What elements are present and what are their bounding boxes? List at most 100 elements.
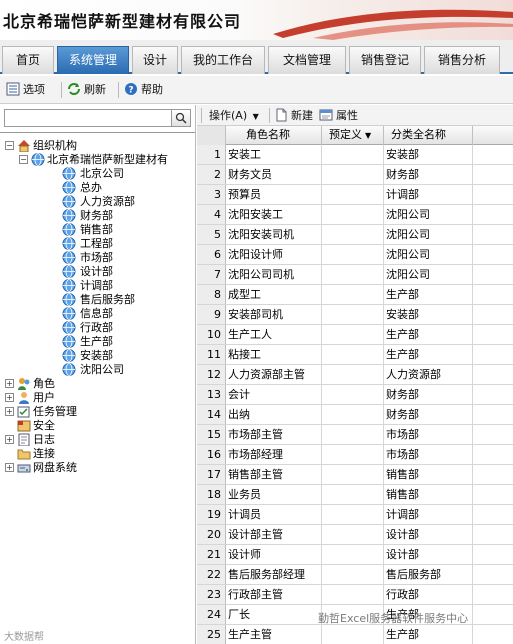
table-row[interactable]: 10 生产工人 生产部 (197, 325, 513, 345)
cell-predefined (322, 625, 384, 644)
properties-button[interactable]: 属性 (319, 107, 358, 125)
globe-icon (62, 195, 76, 208)
tree-node-folder[interactable]: 连接 (0, 447, 190, 461)
tree-label-department: 安装部 (80, 349, 113, 362)
table-row[interactable]: 2 财务文员 财务部 (197, 165, 513, 185)
collapse-icon[interactable]: − (5, 141, 14, 150)
tree-search-input[interactable] (4, 109, 172, 127)
table-row[interactable]: 19 计调员 计调部 (197, 505, 513, 525)
column-header-predefined[interactable]: 预定义 ▼ (322, 126, 384, 145)
cell-filler (473, 505, 513, 524)
tree-label-department: 沈阳公司 (80, 363, 124, 376)
table-row[interactable]: 13 会计 财务部 (197, 385, 513, 405)
row-number: 24 (197, 605, 226, 624)
table-row[interactable]: 21 设计师 设计部 (197, 545, 513, 565)
expand-icon[interactable]: + (5, 463, 14, 472)
tree-node-department[interactable]: 安装部 (0, 349, 190, 363)
tree-node-department[interactable]: 市场部 (0, 251, 190, 265)
table-row[interactable]: 25 生产主管 生产部 (197, 625, 513, 644)
cell-category: 沈阳公司 (384, 245, 473, 264)
column-header-category[interactable]: 分类全名称 (384, 126, 473, 145)
row-number: 6 (197, 245, 226, 264)
cell-predefined (322, 365, 384, 384)
row-number: 16 (197, 445, 226, 464)
cell-role-name: 安装部司机 (226, 305, 322, 324)
expand-icon[interactable]: + (5, 407, 14, 416)
header-banner: 北京希瑞恺萨新型建材有限公司 (0, 0, 513, 40)
cell-filler (473, 345, 513, 364)
tree-node-department[interactable]: 人力资源部 (0, 195, 190, 209)
tab-system-management[interactable]: 系统管理 (57, 46, 129, 74)
cell-filler (473, 145, 513, 164)
tree-node-department[interactable]: 北京公司 (0, 167, 190, 181)
cell-category: 设计部 (384, 545, 473, 564)
table-row[interactable]: 23 行政部主管 行政部 (197, 585, 513, 605)
tree-node-department[interactable]: 沈阳公司 (0, 363, 190, 377)
table-row[interactable]: 15 市场部主管 市场部 (197, 425, 513, 445)
expand-icon[interactable]: + (5, 379, 14, 388)
table-row[interactable]: 22 售后服务部经理 售后服务部 (197, 565, 513, 585)
table-row[interactable]: 5 沈阳安装司机 沈阳公司 (197, 225, 513, 245)
tree-node-department[interactable]: 总办 (0, 181, 190, 195)
cell-filler (473, 465, 513, 484)
tree-label-role: 角色 (33, 377, 55, 390)
expand-icon[interactable]: + (5, 393, 14, 402)
operate-menu-button[interactable]: 操作(A) ▼ (209, 107, 259, 125)
new-button[interactable]: 新建 (274, 107, 313, 125)
refresh-button[interactable]: 刷新 (67, 81, 106, 99)
table-row[interactable]: 11 粘接工 生产部 (197, 345, 513, 365)
tree-node-department[interactable]: 财务部 (0, 209, 190, 223)
role-list-panel: 操作(A) ▼ 新建 属性 角色名称 预定义 ▼ 分类全名称 1 安装工 安装部 2 财务… (197, 105, 513, 644)
tab-document-management[interactable]: 文档管理 (268, 46, 346, 74)
tree-node-network-drive[interactable]: + 网盘系统 (0, 461, 190, 475)
help-button[interactable]: ? 帮助 (124, 81, 163, 99)
table-row[interactable]: 7 沈阳公司司机 沈阳公司 (197, 265, 513, 285)
tree-node-log[interactable]: + 日志 (0, 433, 190, 447)
row-number: 10 (197, 325, 226, 344)
options-button[interactable]: 选项 (6, 81, 45, 99)
tree-label-network-drive: 网盘系统 (33, 461, 77, 474)
tree-view[interactable]: − 组织机构 − 北京希瑞恺萨新型建材有 北京公司 总办 人力资源部 财务部 销售部 工程… (0, 132, 195, 644)
table-row[interactable]: 18 业务员 销售部 (197, 485, 513, 505)
tree-node-department[interactable]: 工程部 (0, 237, 190, 251)
expand-icon[interactable]: + (5, 435, 14, 444)
tab-design[interactable]: 设计 (132, 46, 178, 74)
table-row[interactable]: 1 安装工 安装部 (197, 145, 513, 165)
tree-node-department[interactable]: 计调部 (0, 279, 190, 293)
search-button[interactable] (172, 109, 191, 127)
table-row[interactable]: 8 成型工 生产部 (197, 285, 513, 305)
tree-node-role[interactable]: + 角色 (0, 377, 190, 391)
table-row[interactable]: 4 沈阳安装工 沈阳公司 (197, 205, 513, 225)
column-header-role-name[interactable]: 角色名称 (226, 126, 322, 145)
tree-node-department[interactable]: 售后服务部 (0, 293, 190, 307)
watermark-left: 大数据帮 (4, 632, 44, 643)
table-row[interactable]: 3 预算员 计调部 (197, 185, 513, 205)
table-row[interactable]: 6 沈阳设计师 沈阳公司 (197, 245, 513, 265)
table-row[interactable]: 17 销售部主管 销售部 (197, 465, 513, 485)
table-row[interactable]: 20 设计部主管 设计部 (197, 525, 513, 545)
tree-node-org[interactable]: − 组织机构 (0, 139, 190, 153)
cell-category: 财务部 (384, 165, 473, 184)
collapse-icon[interactable]: − (19, 155, 28, 164)
cell-category: 计调部 (384, 185, 473, 204)
help-icon: ? (125, 83, 137, 96)
table-row[interactable]: 14 出纳 财务部 (197, 405, 513, 425)
table-row[interactable]: 9 安装部司机 安装部 (197, 305, 513, 325)
tab-sales-registration[interactable]: 销售登记 (349, 46, 421, 74)
tree-node-user[interactable]: + 用户 (0, 391, 190, 405)
table-row[interactable]: 12 人力资源部主管 人力资源部 (197, 365, 513, 385)
tab-sales-analysis[interactable]: 销售分析 (424, 46, 500, 74)
tree-node-department[interactable]: 销售部 (0, 223, 190, 237)
tree-node-department[interactable]: 生产部 (0, 335, 190, 349)
tab-my-workbench[interactable]: 我的工作台 (181, 46, 265, 74)
tree-node-department[interactable]: 设计部 (0, 265, 190, 279)
tab-home[interactable]: 首页 (2, 46, 54, 74)
tree-node-department[interactable]: 信息部 (0, 307, 190, 321)
tree-node-company[interactable]: − 北京希瑞恺萨新型建材有 (0, 153, 195, 167)
tree-label-department: 计调部 (80, 279, 113, 292)
tree-node-task[interactable]: + 任务管理 (0, 405, 190, 419)
tree-node-security[interactable]: 安全 (0, 419, 190, 433)
table-row[interactable]: 16 市场部经理 市场部 (197, 445, 513, 465)
tree-node-department[interactable]: 行政部 (0, 321, 190, 335)
tree-label-log: 日志 (33, 433, 55, 446)
